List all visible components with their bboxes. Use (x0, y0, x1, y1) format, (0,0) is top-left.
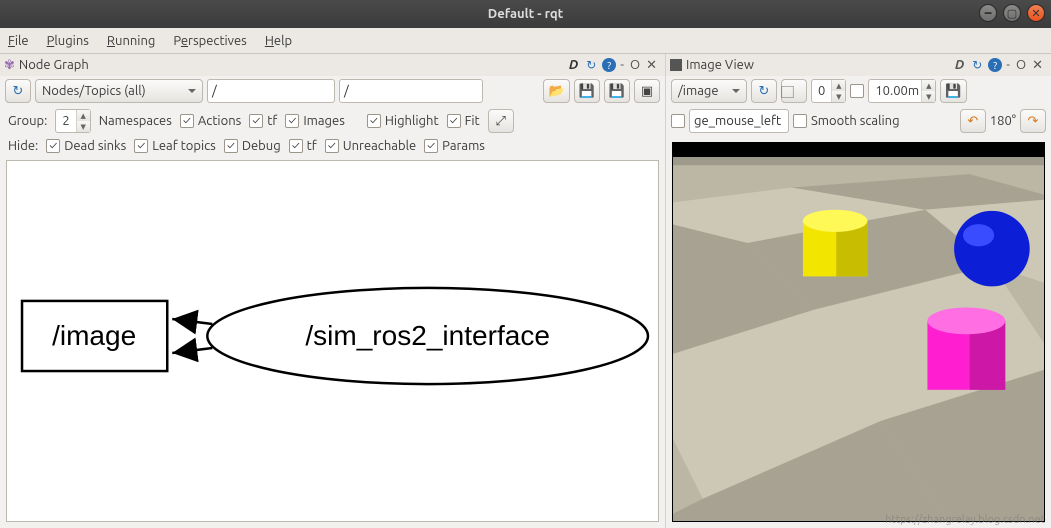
tf2-checkbox[interactable]: tf (289, 139, 317, 153)
node-graph-toolbar-1: ↻ Nodes/Topics (all) / / 📂 💾 💾 ▣ (0, 76, 665, 106)
leaftopics-checkbox[interactable]: Leaf topics (134, 139, 216, 153)
node-graph-title: Node Graph (19, 58, 89, 72)
blue-sphere (954, 211, 1030, 287)
graph-canvas[interactable]: /image /sim_ros2_interface (6, 160, 659, 522)
iv-refresh-icon[interactable]: ↻ (968, 56, 986, 74)
iv-unknown-checkbox[interactable] (850, 84, 864, 98)
save-as-button[interactable]: 💾 (604, 79, 630, 103)
menu-plugins[interactable]: Plugins (47, 34, 89, 48)
window-controls: ━ ▢ ✕ (979, 4, 1045, 22)
mouse-left-checkbox[interactable] (671, 114, 685, 128)
namespaces-label: Namespaces (99, 114, 172, 128)
num-spin[interactable]: 0 ▲▼ (811, 79, 846, 103)
topic-combo[interactable]: /image (671, 79, 747, 103)
hdr-o[interactable]: O (628, 58, 642, 72)
fit-view-button[interactable]: ⤢ (488, 109, 514, 133)
debug-checkbox[interactable]: Debug (224, 139, 281, 153)
iv-save-button[interactable]: 💾 (940, 79, 966, 103)
menu-help[interactable]: Help (265, 34, 292, 48)
yellow-cylinder (803, 210, 867, 277)
menu-perspectives[interactable]: Perspectives (173, 34, 246, 48)
save-button[interactable]: 💾 (574, 79, 600, 103)
window-titlebar: Default - rqt ━ ▢ ✕ (0, 0, 1051, 28)
image-view-toolbar-1: /image ↻ ⃞ 0 ▲▼ 10.00m ▲▼ 💾 (666, 76, 1051, 106)
topic-combo-value: /image (678, 84, 719, 98)
rotate-cw-button[interactable]: ↷ (1020, 109, 1046, 133)
magenta-cylinder (927, 308, 1005, 390)
filter-input-1[interactable]: / (207, 79, 335, 103)
params-checkbox[interactable]: Params (424, 139, 485, 153)
node-graph-header: ✾ Node Graph D ↻ ? - O ✕ (0, 54, 665, 76)
highlight-checkbox[interactable]: Highlight (367, 114, 439, 128)
iv-hdr-o[interactable]: O (1014, 58, 1028, 72)
node-graph-panel: ✾ Node Graph D ↻ ? - O ✕ ↻ Nodes/Topics … (0, 54, 665, 528)
window-minimize-button[interactable]: ━ (979, 4, 997, 22)
hdr-dash[interactable]: - (618, 58, 626, 72)
hdr-close[interactable]: ✕ (644, 58, 659, 73)
image-view-panel: Image View D ↻ ? - O ✕ /image ↻ ⃞ 0 ▲▼ (665, 54, 1051, 528)
menu-running[interactable]: Running (107, 34, 155, 48)
image-svg (673, 143, 1044, 521)
iv-hdr-dash[interactable]: - (1004, 58, 1012, 72)
graph-topic-label: /image (52, 320, 136, 351)
mouse-topic-input[interactable]: ge_mouse_left (689, 109, 789, 133)
image-canvas[interactable] (672, 142, 1045, 522)
filter-input-1-value: / (212, 84, 217, 98)
deadsinks-checkbox[interactable]: Dead sinks (46, 139, 126, 153)
filter-input-2[interactable]: / (339, 79, 483, 103)
mouse-topic-value: ge_mouse_left (694, 114, 781, 128)
view-mode-value: Nodes/Topics (all) (42, 84, 146, 98)
iv-reload-button[interactable]: ↻ (751, 79, 777, 103)
smooth-scaling-checkbox[interactable]: Smooth scaling (793, 114, 900, 128)
image-view-icon (670, 59, 682, 71)
group-label: Group: (8, 114, 47, 128)
group-row: Group: 2 ▲▼ Namespaces Actions tf Images… (0, 106, 665, 136)
group-spin[interactable]: 2 ▲▼ (55, 109, 90, 133)
spin-down-icon[interactable]: ▼ (77, 121, 90, 132)
iv-pause-button[interactable]: ⃞ (781, 79, 807, 103)
open-folder-button[interactable]: 📂 (543, 79, 569, 103)
images-checkbox[interactable]: Images (285, 114, 345, 128)
iv-help-icon[interactable]: ? (988, 58, 1002, 72)
window-close-button[interactable]: ✕ (1027, 4, 1045, 22)
screenshot-button[interactable]: ▣ (634, 79, 660, 103)
zoom-spin[interactable]: 10.00m ▲▼ (868, 79, 936, 103)
menubar: File Plugins Running Perspectives Help (0, 28, 1051, 54)
graph-edge-1 (172, 319, 212, 324)
help-icon[interactable]: ? (602, 58, 616, 72)
image-view-header: Image View D ↻ ? - O ✕ (666, 54, 1051, 76)
reload-button[interactable]: ↻ (5, 79, 31, 103)
fit-checkbox[interactable]: Fit (447, 114, 480, 128)
spin-up-icon[interactable]: ▲ (77, 110, 90, 121)
iv-hdr-d[interactable]: D (953, 58, 966, 72)
rotate-label: 180° (990, 114, 1016, 128)
rotate-ccw-button[interactable]: ↶ (960, 109, 986, 133)
watermark-text: https://zhangrelay.blog.csdn.net (885, 514, 1045, 526)
graph-node-label: /sim_ros2_interface (305, 320, 550, 351)
view-mode-combo[interactable]: Nodes/Topics (all) (35, 79, 203, 103)
refresh-icon[interactable]: ↻ (582, 56, 600, 74)
actions-checkbox[interactable]: Actions (180, 114, 241, 128)
window-maximize-button[interactable]: ▢ (1003, 4, 1021, 22)
zoom-spin-value: 10.00m (869, 80, 921, 102)
graph-edge-2 (172, 348, 212, 353)
hide-label: Hide: (8, 139, 38, 153)
menu-file[interactable]: File (8, 34, 29, 48)
hide-row: Hide: Dead sinks Leaf topics Debug tf Un… (0, 136, 665, 156)
window-title: Default - rqt (488, 7, 564, 21)
num-spin-value: 0 (812, 80, 831, 102)
filter-input-2-value: / (344, 84, 349, 98)
iv-hdr-close[interactable]: ✕ (1030, 58, 1045, 73)
image-top-bar (673, 143, 1044, 157)
node-graph-icon: ✾ (4, 58, 15, 73)
graph-svg: /image /sim_ros2_interface (7, 161, 658, 521)
unreachable-checkbox[interactable]: Unreachable (325, 139, 416, 153)
hdr-d-label[interactable]: D (567, 58, 580, 72)
tf-checkbox[interactable]: tf (249, 114, 277, 128)
image-view-toolbar-2: ge_mouse_left Smooth scaling ↶ 180° ↷ (666, 106, 1051, 136)
image-view-title: Image View (686, 58, 754, 72)
group-spin-value: 2 (56, 110, 75, 132)
